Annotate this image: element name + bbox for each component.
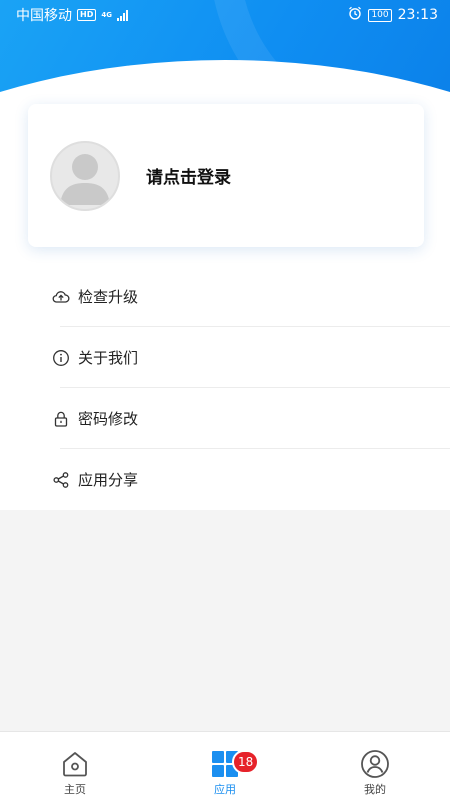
menu-item-about-us[interactable]: 关于我们 — [0, 327, 450, 388]
page-title: 个人中心 — [186, 66, 263, 88]
menu-item-change-password[interactable]: 密码修改 — [0, 388, 450, 449]
carrier-name: 中国移动 — [16, 8, 72, 24]
bottom-tab-bar: 主页 18 应用 我的 — [0, 731, 450, 800]
menu-item-label: 密码修改 — [78, 410, 139, 428]
share-icon — [52, 471, 70, 489]
clock: 23:13 — [397, 7, 438, 23]
signal-icon — [116, 9, 128, 21]
menu-item-share-app[interactable]: 应用分享 — [0, 449, 450, 510]
tab-label: 我的 — [364, 783, 386, 796]
network-type: 4G — [101, 10, 112, 19]
battery-indicator: 100 — [368, 8, 392, 22]
tab-mine[interactable]: 我的 — [300, 732, 450, 800]
hd-badge: HD — [77, 9, 97, 21]
settings-menu: 检查升级 关于我们 密码修改 应用分享 — [0, 266, 450, 510]
lock-icon — [52, 410, 70, 428]
tab-label: 应用 — [214, 783, 236, 796]
tab-home[interactable]: 主页 — [0, 732, 150, 800]
menu-item-label: 检查升级 — [78, 288, 139, 306]
menu-item-label: 应用分享 — [78, 471, 139, 489]
home-icon — [59, 748, 91, 780]
default-avatar-icon[interactable] — [50, 140, 120, 211]
tab-apps[interactable]: 18 应用 — [150, 732, 300, 800]
tab-label: 主页 — [64, 783, 86, 796]
info-icon — [52, 349, 70, 367]
menu-item-check-update[interactable]: 检查升级 — [0, 266, 450, 327]
status-bar: 中国移动 HD 4G 100 23:13 — [0, 0, 450, 30]
alarm-icon — [348, 6, 362, 24]
user-circle-icon — [359, 748, 391, 780]
menu-item-label: 关于我们 — [78, 349, 139, 367]
login-prompt[interactable]: 请点击登录 — [146, 163, 231, 188]
cloud-upload-icon — [52, 288, 70, 306]
notification-badge: 18 — [232, 750, 260, 774]
profile-card[interactable]: 请点击登录 — [28, 104, 424, 247]
